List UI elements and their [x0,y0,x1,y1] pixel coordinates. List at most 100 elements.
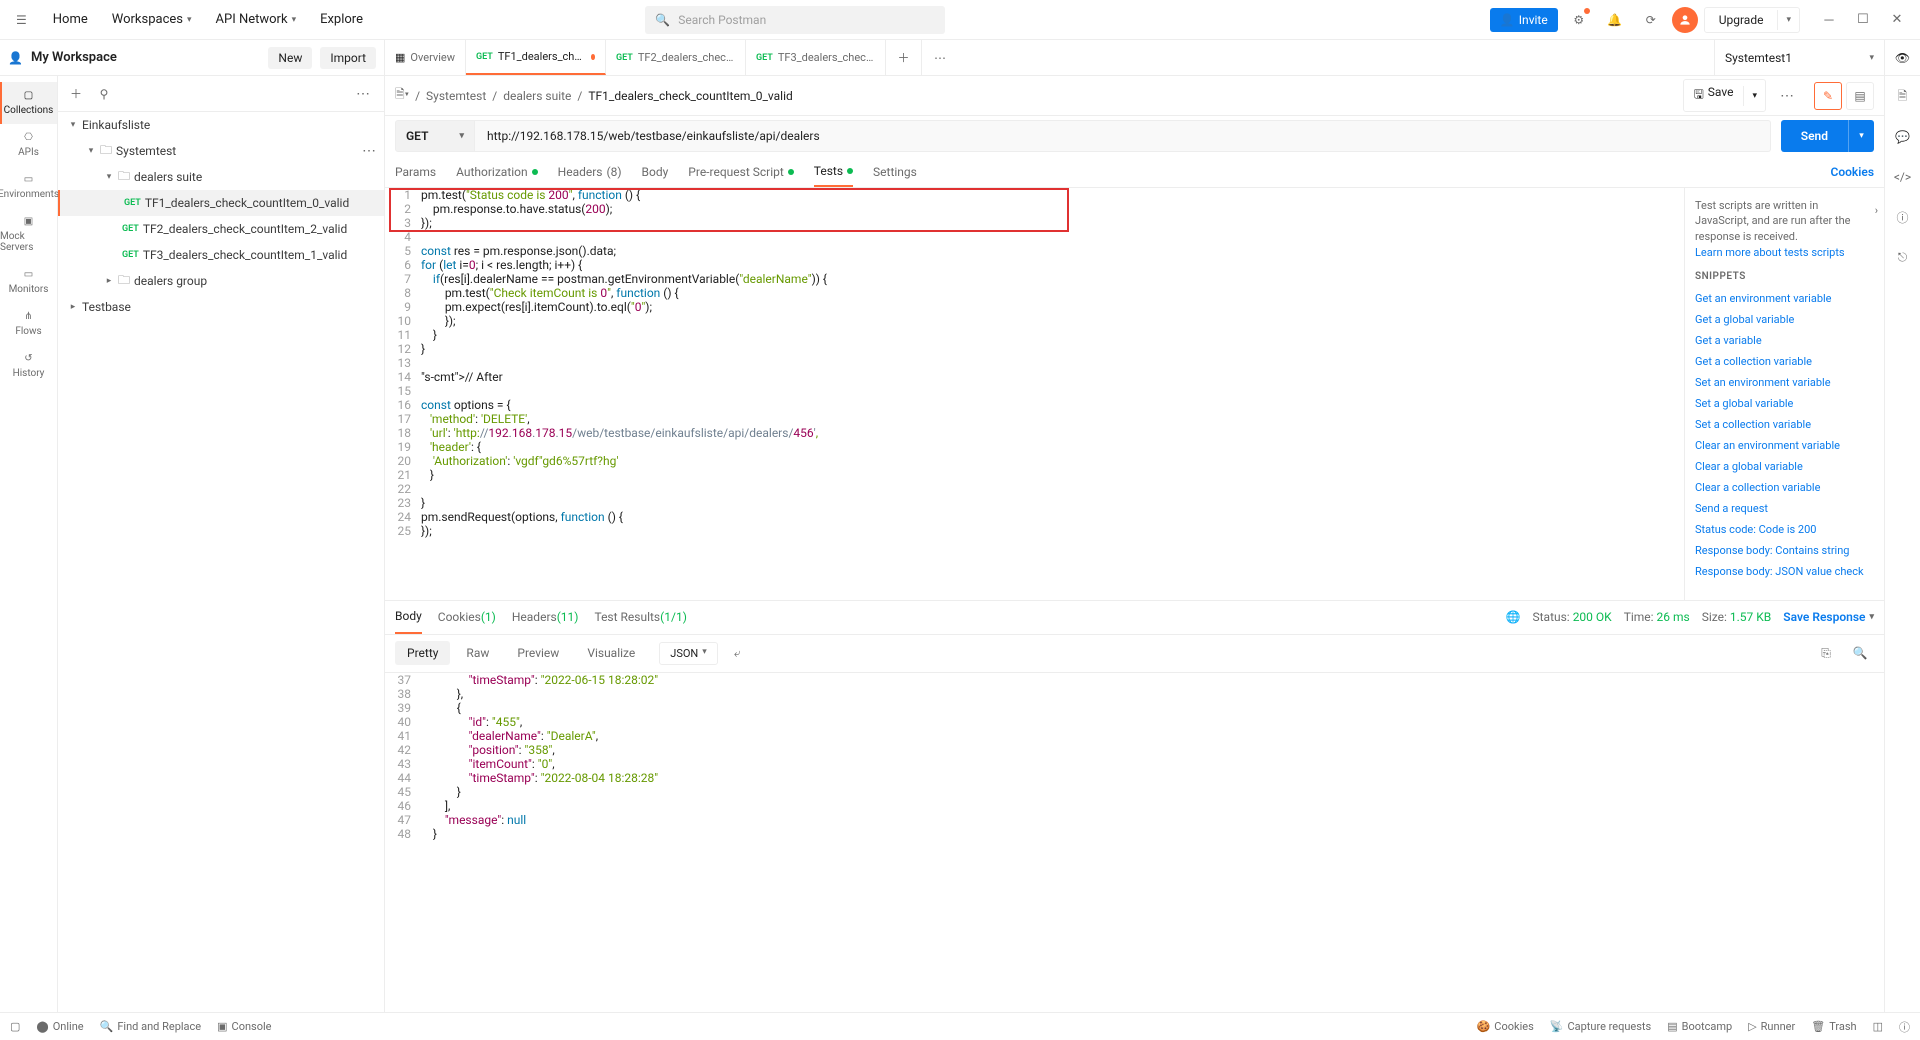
invite-button[interactable]: 👤Invite [1490,8,1558,32]
sb-bootcamp[interactable]: ▤Bootcamp [1667,1019,1732,1035]
window-close[interactable]: ✕ [1882,5,1912,35]
menu-icon[interactable]: ☰ [8,7,35,33]
sb-trash[interactable]: 🗑Trash [1811,1019,1856,1035]
snippet-item[interactable]: Clear a global variable [1695,456,1874,477]
crumb[interactable]: Systemtest [426,89,486,103]
nav-api-network[interactable]: API Network▾ [206,6,307,33]
leftcol-environments[interactable]: ▭Environments [0,166,57,208]
view-visualize-button[interactable]: Visualize [575,641,647,665]
avatar[interactable] [1672,7,1698,33]
leftcol-flows[interactable]: ⋔Flows [0,303,57,345]
new-button[interactable]: New [268,47,312,69]
tree-request[interactable]: GETTF2_dealers_check_countItem_2_valid [58,216,384,242]
environment-selector[interactable]: Systemtest1 ▾ [1714,40,1884,75]
crumb[interactable]: dealers suite [503,89,571,103]
resp-tab-tests[interactable]: Test Results (1/1) [594,601,686,634]
tree-folder[interactable]: ▾🗀dealers suite [58,164,384,190]
cookies-link[interactable]: Cookies [1830,165,1874,179]
snippet-item[interactable]: Get a collection variable [1695,351,1874,372]
nav-home[interactable]: Home [43,6,98,33]
method-selector[interactable]: GET▾ [395,120,475,152]
snippet-item[interactable]: Set a global variable [1695,393,1874,414]
search-input[interactable]: 🔍 Search Postman [645,6,945,34]
format-selector[interactable]: JSON▾ [659,642,718,665]
leftcol-monitors[interactable]: ▭Monitors [0,261,57,303]
snippet-item[interactable]: Status code: Code is 200 [1695,519,1874,540]
window-minimize[interactable]: ─ [1814,5,1844,35]
item-more-icon[interactable]: ⋯ [354,143,384,159]
nav-explore[interactable]: Explore [310,6,373,33]
save-button[interactable]: 🖫Save [1684,80,1744,111]
tree-folder[interactable]: ▸🗀dealers group [58,268,384,294]
sb-console[interactable]: ▣Console [217,1020,271,1033]
leftcol-apis[interactable]: ⎔APIs [0,124,57,166]
snippet-item[interactable]: Clear an environment variable [1695,435,1874,456]
tree-request[interactable]: GETTF3_dealers_check_countItem_1_valid [58,242,384,268]
tab-request-1[interactable]: GETTF1_dealers_check_cou [466,40,606,75]
tab-overview[interactable]: ▦Overview [385,40,466,75]
collapse-panel-icon[interactable]: › [1875,204,1878,217]
tree-request[interactable]: GETTF1_dealers_check_countItem_0_valid [58,190,384,216]
sb-capture[interactable]: 📡Capture requests [1550,1019,1651,1035]
url-input[interactable]: http://192.168.178.15/web/testbase/einka… [475,120,1771,152]
snippet-item[interactable]: Set a collection variable [1695,414,1874,435]
filter-icon[interactable]: ⚲ [92,82,116,106]
info-icon[interactable]: ⓘ [1890,204,1916,230]
snippet-item[interactable]: Get an environment variable [1695,288,1874,309]
snippet-item[interactable]: Response body: Contains string [1695,540,1874,561]
window-maximize[interactable]: ☐ [1848,5,1878,35]
view-preview-button[interactable]: Preview [505,641,571,665]
tab-authorization[interactable]: Authorization [456,156,538,187]
settings-icon[interactable]: ⚙ [1564,5,1594,35]
request-more-icon[interactable]: ⋯ [1772,88,1802,104]
related-icon[interactable]: ⎋ [1890,244,1916,270]
sb-online[interactable]: ⬤Online [36,1020,83,1033]
copy-icon[interactable]: ⎘ [1812,639,1840,667]
sb-runner[interactable]: ▷Runner [1748,1019,1795,1035]
view-raw-button[interactable]: Raw [454,641,501,665]
tab-request-3[interactable]: GETTF3_dealers_check_cou [746,40,886,75]
save-response-button[interactable]: Save Response▾ [1783,610,1874,624]
code-editor[interactable]: 1pm.test("Status code is 200", function … [385,188,1684,600]
snippet-item[interactable]: Send a request [1695,498,1874,519]
comments-icon[interactable]: 💬 [1890,124,1916,150]
import-button[interactable]: Import [320,47,376,69]
resp-tab-body[interactable]: Body [395,601,422,634]
sb-help-icon[interactable]: ⓘ [1899,1019,1910,1035]
resp-tab-headers[interactable]: Headers (11) [512,601,579,634]
network-icon[interactable]: 🌐 [1506,610,1521,624]
notifications-icon[interactable]: 🔔 [1600,5,1630,35]
tab-add-button[interactable]: ＋ [886,40,922,75]
sb-twopane-icon[interactable]: ◫ [1873,1019,1883,1035]
wrap-icon[interactable]: ⤶ [722,641,753,666]
request-type-icon[interactable]: 🗎▾ [395,85,409,106]
workspace-name[interactable]: My Workspace [31,50,260,65]
learn-more-link[interactable]: Learn more about tests scripts [1695,246,1874,259]
tree-collection[interactable]: ▾Einkaufsliste [58,112,384,138]
resp-tab-cookies[interactable]: Cookies (1) [438,601,496,634]
sync-icon[interactable]: ⟳ [1636,5,1666,35]
edit-icon[interactable]: ✎ [1814,82,1842,110]
sb-find-replace[interactable]: 🔍Find and Replace [100,1020,202,1033]
save-chevron[interactable]: ▾ [1743,86,1765,106]
tab-more-button[interactable]: ⋯ [922,40,958,75]
search-response-icon[interactable]: 🔍 [1846,639,1874,667]
tab-prerequest[interactable]: Pre-request Script [688,156,793,187]
create-button[interactable]: ＋ [64,82,88,106]
snippet-item[interactable]: Get a global variable [1695,309,1874,330]
code-snippet-icon[interactable]: </> [1890,164,1916,190]
upgrade-button[interactable]: Upgrade [1705,8,1778,32]
leftcol-collections[interactable]: ▢Collections [0,82,57,124]
sb-cookies[interactable]: 🍪Cookies [1477,1019,1534,1035]
snippet-item[interactable]: Set an environment variable [1695,372,1874,393]
leftcol-history[interactable]: ↺History [0,345,57,387]
tab-headers[interactable]: Headers (8) [558,156,622,187]
environment-quicklook-icon[interactable]: 👁 [1884,40,1920,75]
send-chevron[interactable]: ▾ [1848,120,1874,152]
leftcol-mock-servers[interactable]: ▣Mock Servers [0,208,57,261]
sidebar-more-icon[interactable]: ⋯ [348,86,378,102]
view-pretty-button[interactable]: Pretty [395,641,450,665]
snippet-item[interactable]: Get a variable [1695,330,1874,351]
tree-folder[interactable]: ▾🗀Systemtest⋯ [58,138,384,164]
send-button[interactable]: Send [1781,120,1848,152]
